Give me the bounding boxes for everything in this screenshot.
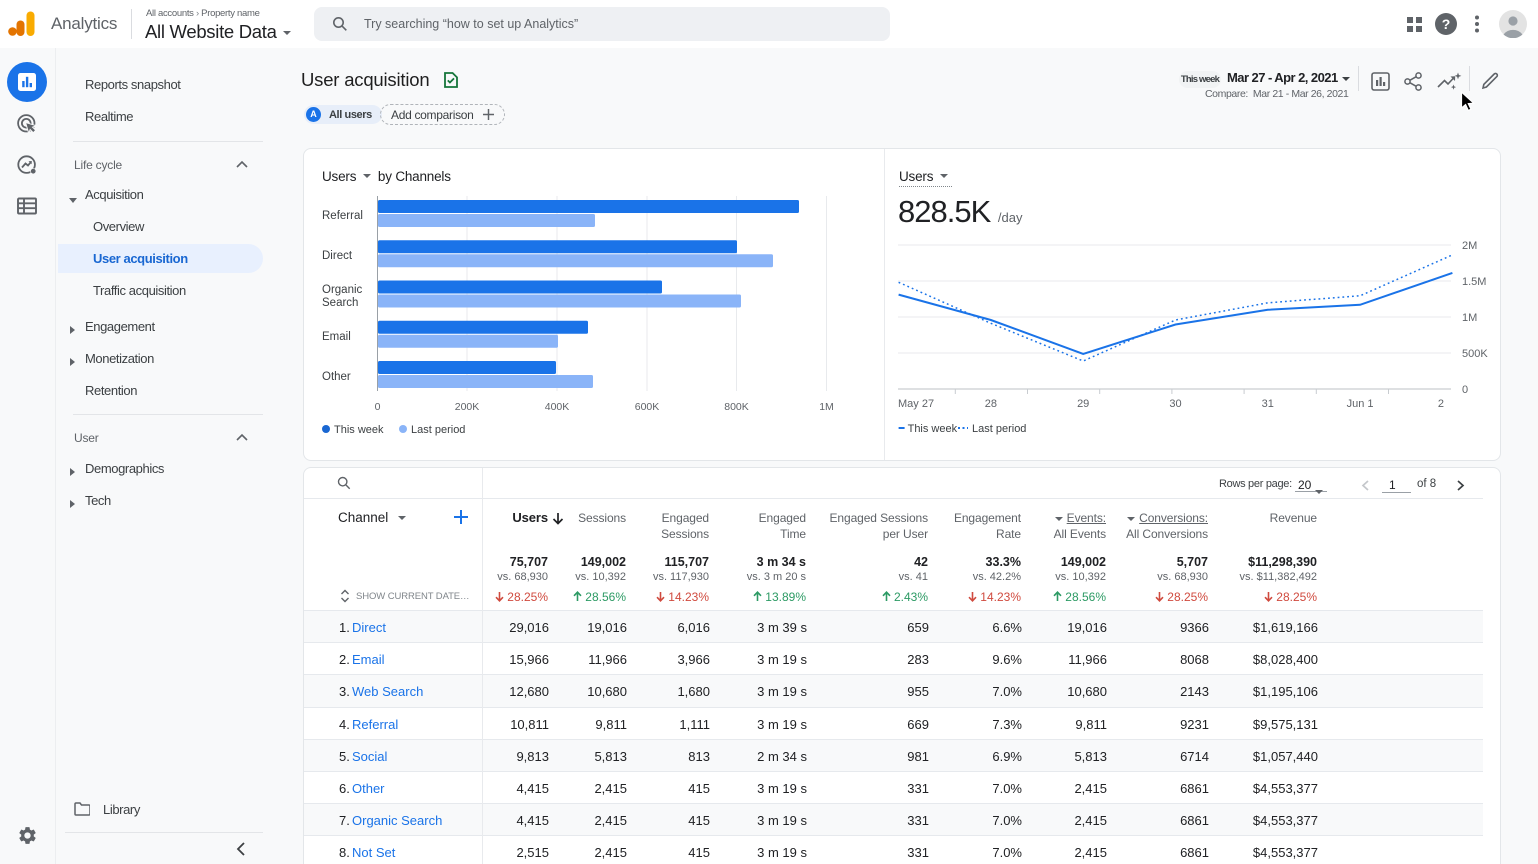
svg-text:31: 31 xyxy=(1262,398,1274,410)
svg-text:Other: Other xyxy=(322,371,351,383)
svg-text:May 27: May 27 xyxy=(898,398,934,410)
svg-text:Organic: Organic xyxy=(322,284,363,296)
svg-text:29: 29 xyxy=(1077,398,1089,410)
svg-text:Search: Search xyxy=(322,297,358,309)
svg-text:800K: 800K xyxy=(724,401,749,413)
svg-text:200K: 200K xyxy=(455,401,480,413)
svg-text:This week: This week xyxy=(908,423,958,435)
svg-text:1M: 1M xyxy=(1462,312,1477,324)
svg-text:Direct: Direct xyxy=(322,250,353,262)
svg-text:600K: 600K xyxy=(635,401,660,413)
svg-text:1.5M: 1.5M xyxy=(1462,276,1486,288)
svg-text:Email: Email xyxy=(322,331,351,343)
svg-text:2M: 2M xyxy=(1462,240,1477,252)
svg-text:Jun 1: Jun 1 xyxy=(1347,398,1374,410)
svg-text:400K: 400K xyxy=(545,401,570,413)
svg-text:1M: 1M xyxy=(819,401,834,413)
svg-text:Last period: Last period xyxy=(411,424,465,436)
svg-text:0: 0 xyxy=(375,401,381,413)
svg-text:Referral: Referral xyxy=(322,210,363,222)
svg-text:0: 0 xyxy=(1462,384,1468,396)
svg-text:2: 2 xyxy=(1438,398,1444,410)
svg-text:Last period: Last period xyxy=(972,423,1026,435)
svg-text:500K: 500K xyxy=(1462,348,1488,360)
svg-text:This week: This week xyxy=(334,424,384,436)
svg-text:30: 30 xyxy=(1169,398,1181,410)
svg-text:28: 28 xyxy=(985,398,997,410)
